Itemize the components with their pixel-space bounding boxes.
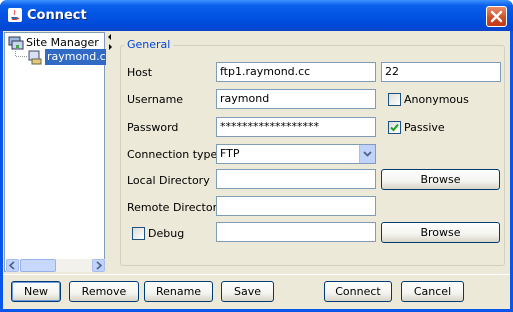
title-bar: Connect [0, 0, 513, 31]
browse-debug-button[interactable]: Browse [381, 222, 500, 243]
panel-splitter[interactable] [106, 32, 114, 272]
site-tree[interactable]: Site Manager raymond.cc [4, 32, 114, 272]
local-directory-label: Local Directory [127, 174, 210, 187]
general-group-legend: General [124, 38, 174, 51]
username-field[interactable]: raymond [216, 89, 376, 109]
passive-checkbox[interactable] [388, 121, 401, 134]
connect-dialog: Connect Site Manager raymond.cc General … [0, 0, 513, 312]
chevron-down-icon [363, 151, 372, 157]
connection-type-value: FTP [220, 147, 240, 160]
host-field[interactable]: ftp1.raymond.cc [216, 62, 376, 82]
connection-type-select[interactable]: FTP [216, 144, 376, 164]
window-title: Connect [27, 8, 87, 23]
anonymous-checkbox[interactable] [388, 93, 401, 106]
port-field[interactable]: 22 [381, 62, 501, 82]
button-bar-divider [3, 274, 510, 275]
chevron-left-icon [8, 261, 15, 270]
passive-label: Passive [404, 121, 445, 134]
cancel-button[interactable]: Cancel [401, 281, 464, 302]
scroll-right-button[interactable] [92, 259, 105, 272]
site-server-icon [28, 50, 42, 65]
close-button[interactable] [486, 6, 507, 27]
host-label: Host [127, 66, 153, 79]
debug-field[interactable] [216, 222, 376, 242]
combo-dropdown-button[interactable] [359, 145, 375, 163]
local-directory-field[interactable] [216, 169, 376, 189]
tree-horizontal-scrollbar[interactable] [6, 259, 105, 272]
splitter-arrows-icon [108, 34, 112, 50]
password-label: Password [127, 121, 179, 134]
remote-directory-field[interactable] [216, 196, 376, 216]
scroll-thumb[interactable] [20, 259, 56, 272]
new-button[interactable]: New [11, 281, 61, 302]
rename-button[interactable]: Rename [144, 281, 213, 302]
anonymous-label: Anonymous [404, 93, 469, 106]
site-manager-icon [8, 36, 24, 50]
close-icon [490, 10, 503, 23]
checkmark-icon [390, 123, 399, 132]
tree-item-raymond-cc[interactable]: raymond.cc [45, 49, 114, 65]
debug-checkbox[interactable] [132, 227, 145, 240]
username-label: Username [127, 93, 184, 106]
dialog-body: Site Manager raymond.cc General Host ftp… [3, 31, 510, 309]
connect-button[interactable]: Connect [324, 281, 392, 302]
save-button[interactable]: Save [221, 281, 274, 302]
debug-label: Debug [148, 227, 185, 240]
chevron-right-icon [96, 261, 103, 270]
scroll-left-button[interactable] [6, 259, 19, 272]
java-app-icon [8, 8, 22, 22]
site-settings-panel: General Host ftp1.raymond.cc 22 Username… [114, 32, 508, 272]
connection-type-label: Connection type [127, 148, 218, 161]
remove-button[interactable]: Remove [69, 281, 139, 302]
browse-local-button[interactable]: Browse [381, 169, 500, 190]
remote-directory-label: Remote Directory [127, 201, 224, 214]
password-field[interactable]: ****************** [216, 117, 376, 137]
